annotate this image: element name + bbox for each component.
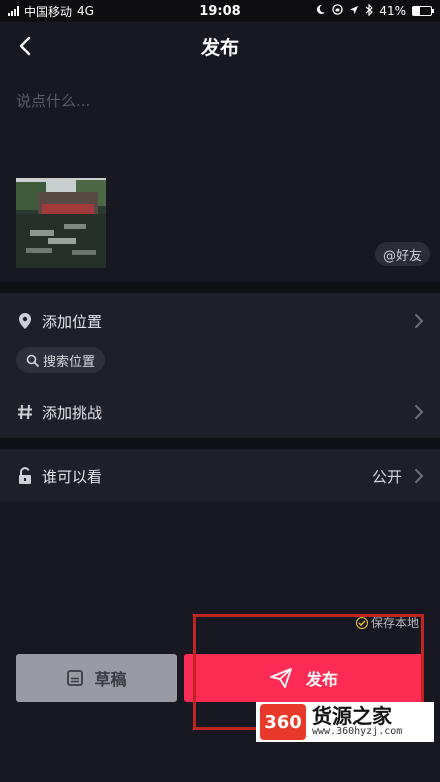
- chevron-right-icon: [415, 314, 424, 328]
- battery-percent: 41%: [379, 4, 406, 18]
- mention-label: @好友: [382, 248, 422, 264]
- watermark-logo: 360: [260, 704, 306, 740]
- visibility-label: 谁可以看: [42, 467, 103, 486]
- options-section: 添加位置 搜索位置 添加挑战: [0, 293, 440, 438]
- back-button[interactable]: [14, 34, 38, 58]
- lock-rotation-icon: [332, 4, 344, 18]
- draft-button[interactable]: 草稿: [16, 654, 177, 702]
- watermark-text: 货源之家 www.360hyzj.com: [312, 706, 402, 738]
- hashtag-icon: [16, 403, 34, 421]
- bluetooth-icon: [365, 3, 374, 19]
- status-bar: 中国移动 4G 19:08 41%: [0, 0, 440, 22]
- add-location-row[interactable]: 添加位置: [0, 301, 440, 341]
- watermark-name: 货源之家: [312, 704, 392, 729]
- watermark-url: www.360hyzj.com: [312, 726, 403, 738]
- send-icon: [270, 668, 292, 688]
- nav-bar: 发布: [0, 22, 440, 70]
- location-arrow-icon: [349, 4, 359, 18]
- publish-label: 发布: [305, 670, 338, 689]
- location-pin-icon: [16, 312, 34, 330]
- battery-fill: [413, 7, 421, 15]
- carrier-label: 中国移动: [24, 4, 73, 19]
- search-location-button[interactable]: 搜索位置: [16, 347, 106, 373]
- moon-icon: [315, 4, 326, 18]
- chevron-right-icon: [415, 469, 424, 483]
- add-location-label: 添加位置: [42, 312, 103, 331]
- save-local-checkbox[interactable]: 保存本地: [356, 614, 419, 631]
- add-challenge-row[interactable]: 添加挑战: [0, 392, 440, 432]
- caption-input[interactable]: [16, 86, 416, 116]
- watermark: 360 货源之家 www.360hyzj.com: [256, 702, 434, 742]
- save-local-label: 保存本地: [371, 616, 420, 630]
- caption-area: @好友: [0, 70, 440, 282]
- search-icon: [26, 354, 39, 367]
- divider: [0, 438, 440, 449]
- unlock-icon: [16, 467, 34, 485]
- divider: [0, 282, 440, 293]
- chevron-right-icon: [415, 405, 424, 419]
- status-time: 19:08: [199, 3, 241, 19]
- visibility-row[interactable]: 谁可以看 公开: [0, 456, 440, 496]
- chevron-left-icon: [19, 36, 31, 56]
- check-circle-icon: [356, 616, 368, 629]
- thumbnail-image: [16, 178, 106, 268]
- status-right: 41%: [282, 3, 434, 19]
- network-label: 4G: [77, 4, 94, 18]
- signal-icon: [8, 6, 19, 16]
- add-challenge-label: 添加挑战: [42, 403, 103, 422]
- draft-box-icon: [67, 670, 84, 686]
- visibility-section: 谁可以看 公开: [0, 449, 440, 502]
- search-location-label: 搜索位置: [43, 354, 96, 370]
- video-thumbnail[interactable]: [16, 178, 106, 268]
- visibility-value: 公开: [371, 467, 402, 486]
- page-title: 发布: [200, 36, 239, 59]
- status-left: 中国移动 4G: [8, 3, 158, 20]
- mention-friend-button[interactable]: @好友: [374, 242, 430, 266]
- publish-button[interactable]: 发布: [184, 654, 424, 702]
- battery-icon: [412, 6, 434, 16]
- draft-label: 草稿: [94, 670, 127, 689]
